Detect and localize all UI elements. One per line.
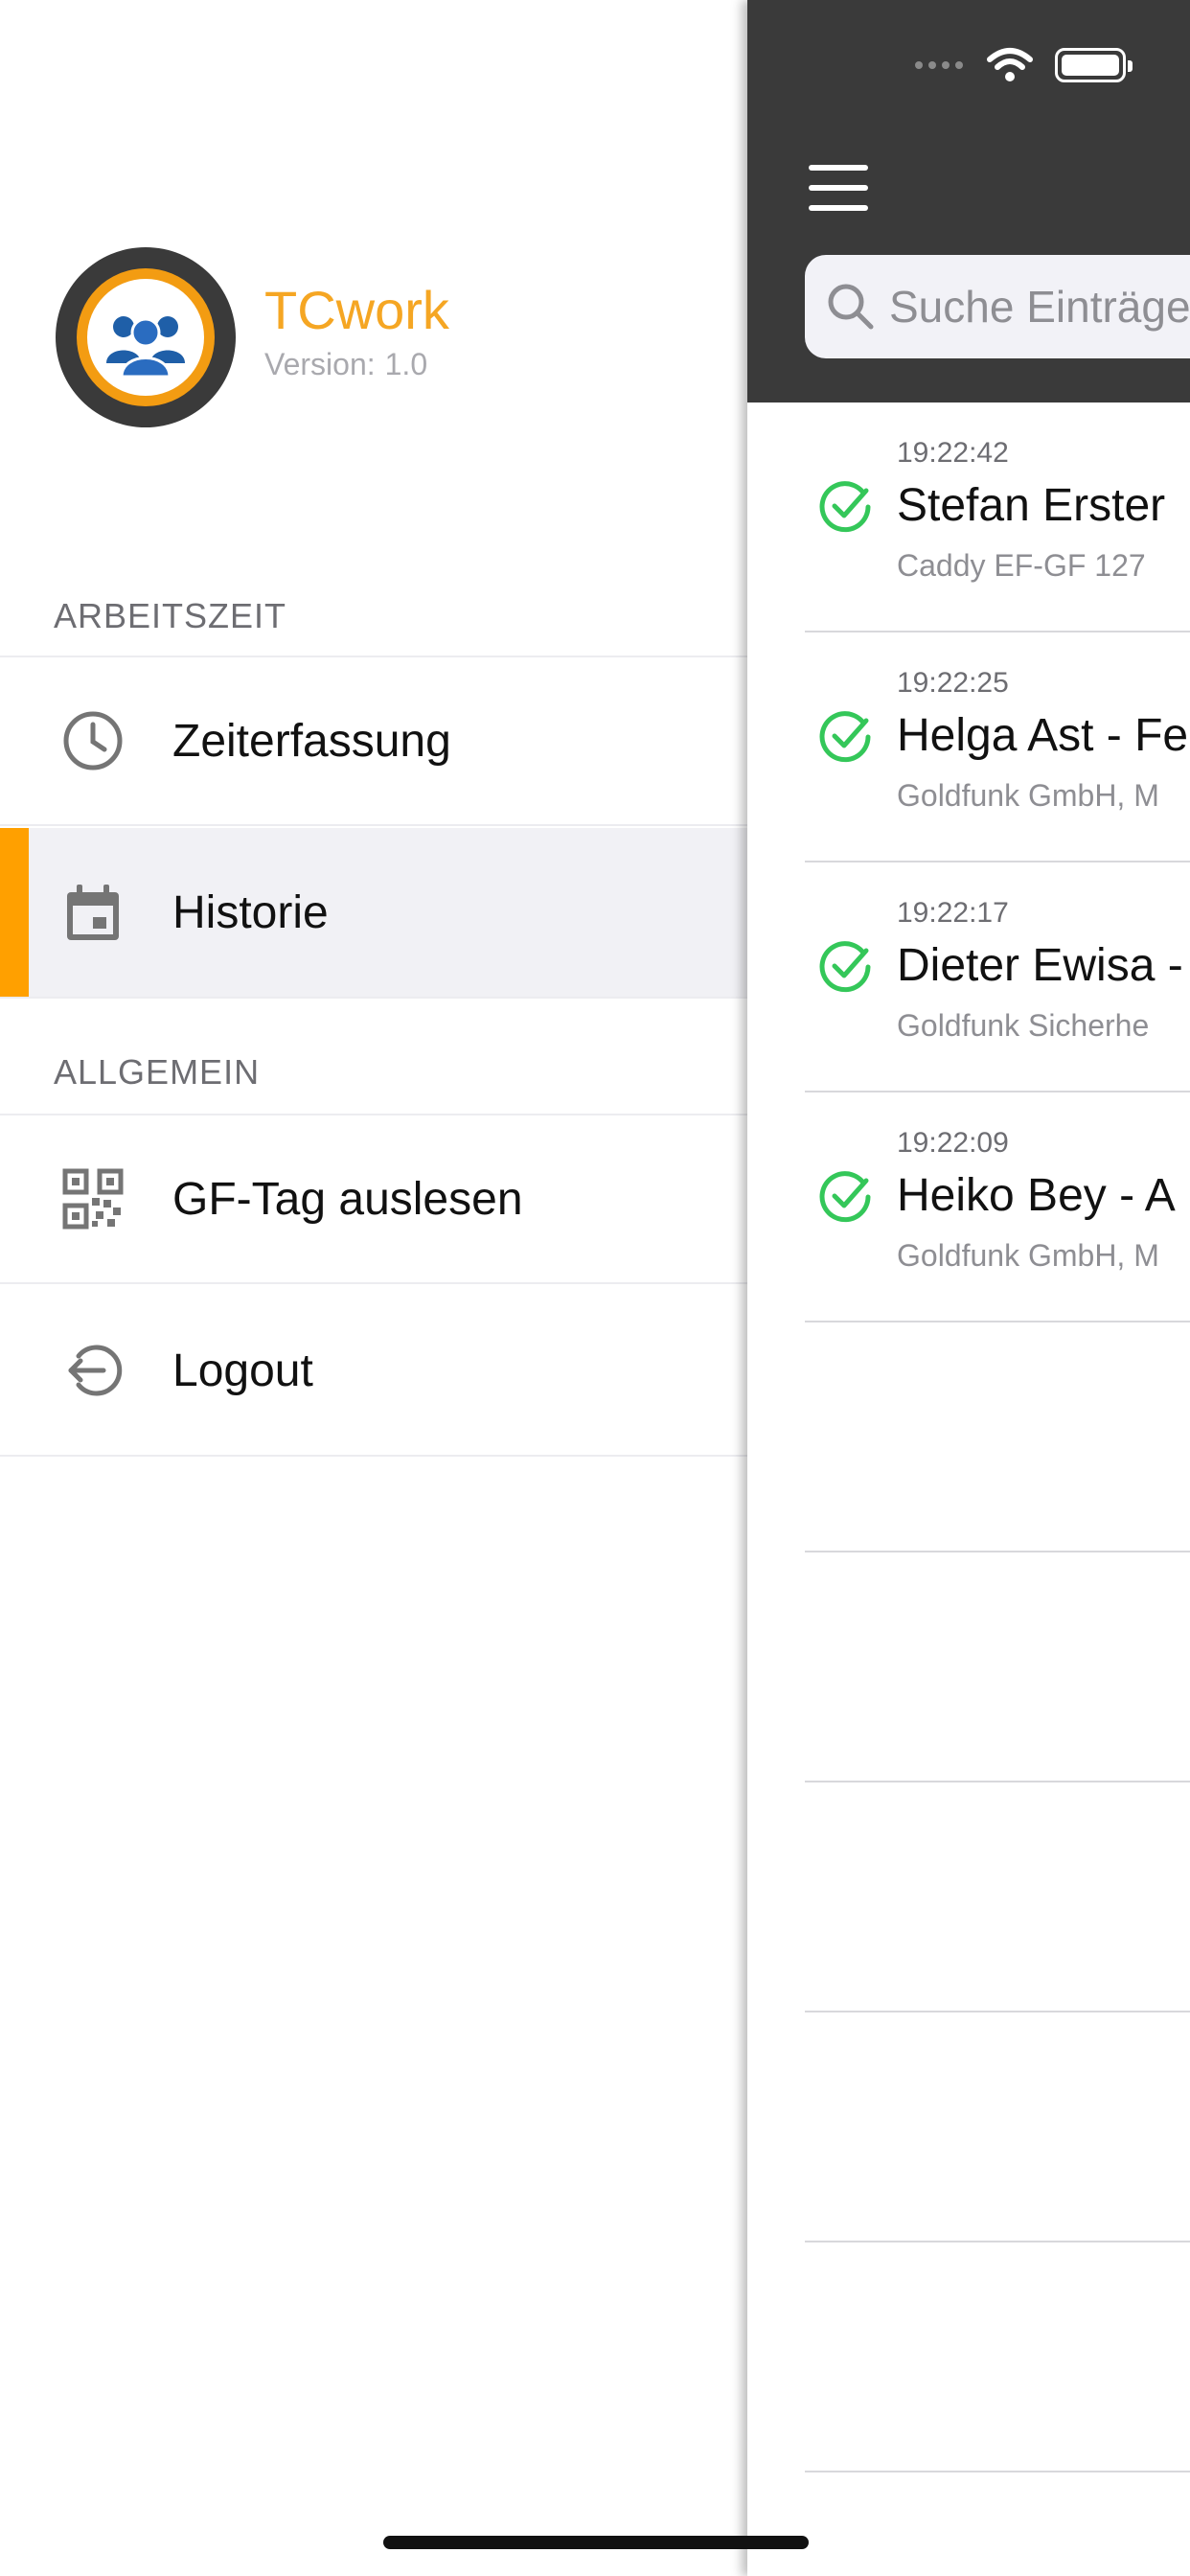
section-title-arbeitszeit: ARBEITSZEIT [54, 596, 287, 635]
menu-label-logout: Logout [172, 1345, 313, 1396]
app-version: Version: 1.0 [264, 349, 449, 380]
side-drawer: TCwork Version: 1.0 ARBEITSZEIT Zeiterfas… [0, 0, 747, 2576]
entry-name: Helga Ast - Fe [897, 710, 1189, 761]
entry-time: 19:22:25 [897, 667, 1009, 699]
app-logo [56, 247, 236, 427]
entry-subtitle: Goldfunk GmbH, M [897, 778, 1159, 813]
menu-item-historie[interactable]: Historie [0, 828, 747, 999]
menu-item-logout[interactable]: Logout [0, 1286, 747, 1457]
active-indicator [0, 828, 29, 997]
cellular-signal-icon [915, 61, 963, 69]
calendar-icon [67, 885, 119, 940]
entry-name: Stefan Erster [897, 480, 1166, 531]
menu-toggle-icon[interactable] [809, 165, 868, 211]
entry-time: 19:22:42 [897, 437, 1009, 469]
entry-time: 19:22:09 [897, 1127, 1009, 1159]
section-title-allgemein: ALLGEMEIN [54, 1052, 261, 1092]
list-item[interactable]: 19:22:25 Helga Ast - Fe Goldfunk GmbH, M [805, 632, 1190, 862]
users-icon [106, 316, 185, 379]
empty-row [805, 2242, 1190, 2472]
menu-label-gf-tag-auslesen: GF-Tag auslesen [172, 1173, 523, 1225]
logout-icon [68, 1345, 123, 1396]
version-label: Version: [264, 347, 376, 381]
menu-label-historie: Historie [172, 886, 329, 938]
history-list: 19:22:42 Stefan Erster Caddy EF-GF 127 1… [805, 402, 1190, 2472]
app-title: TCwork [264, 280, 449, 340]
empty-row [805, 2012, 1190, 2242]
empty-row [805, 1322, 1190, 1552]
qr-code-icon [62, 1168, 124, 1230]
status-bar [915, 46, 1133, 84]
battery-icon [1055, 48, 1133, 82]
search-bar[interactable] [805, 255, 1190, 358]
list-item[interactable]: 19:22:42 Stefan Erster Caddy EF-GF 127 [805, 402, 1190, 632]
entry-name: Heiko Bey - A [897, 1170, 1176, 1221]
empty-row [805, 1552, 1190, 1782]
list-item[interactable]: 19:22:17 Dieter Ewisa - Goldfunk Sicherh… [805, 862, 1190, 1092]
entry-subtitle: Caddy EF-GF 127 [897, 548, 1146, 583]
entry-time: 19:22:17 [897, 897, 1009, 929]
search-icon [828, 284, 874, 330]
check-icon [819, 711, 871, 763]
menu-item-zeiterfassung[interactable]: Zeiterfassung [0, 656, 747, 826]
entry-subtitle: Goldfunk Sicherhe [897, 1008, 1150, 1043]
wifi-icon [987, 48, 1033, 81]
version-value: 1.0 [384, 347, 428, 381]
entry-subtitle: Goldfunk GmbH, M [897, 1238, 1159, 1273]
check-icon [819, 941, 871, 993]
check-icon [819, 481, 871, 533]
menu-label-zeiterfassung: Zeiterfassung [172, 715, 451, 767]
app-bar [747, 0, 1190, 402]
menu-item-gf-tag-auslesen[interactable]: GF-Tag auslesen [0, 1114, 747, 1284]
search-input[interactable] [889, 255, 1190, 358]
clock-icon [63, 711, 123, 770]
empty-row [805, 1782, 1190, 2012]
app-header: TCwork Version: 1.0 [56, 247, 449, 427]
home-indicator [383, 2536, 809, 2549]
list-item[interactable]: 19:22:09 Heiko Bey - A Goldfunk GmbH, M [805, 1092, 1190, 1322]
main-panel: 19:22:42 Stefan Erster Caddy EF-GF 127 1… [747, 0, 1190, 2576]
check-icon [819, 1171, 871, 1223]
entry-name: Dieter Ewisa - [897, 940, 1183, 991]
